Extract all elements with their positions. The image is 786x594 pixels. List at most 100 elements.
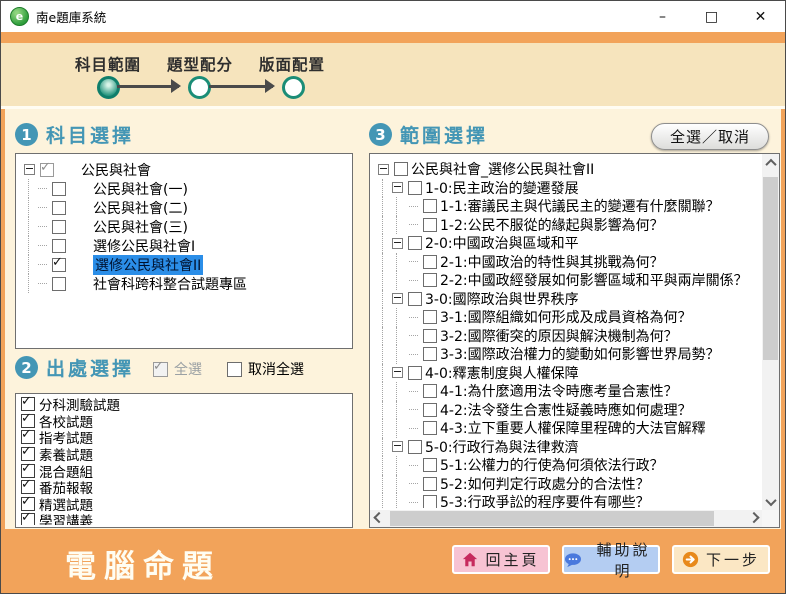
item-checkbox[interactable] [408, 181, 422, 195]
subject-tree-item[interactable]: 選修公民與社會II [18, 255, 350, 274]
item-label[interactable]: 4-3:立下重要人權保障里程碑的大法官解釋 [440, 418, 706, 438]
item-label[interactable]: 3-1:國際組織如何形成及成員資格為何？ [440, 307, 692, 327]
range-tree-item[interactable]: 4-1:為什麼適用法令時應考量合憲性？ [372, 382, 760, 401]
item-checkbox[interactable] [21, 480, 35, 494]
scroll-down-icon[interactable] [762, 493, 779, 510]
item-label[interactable]: 4-0:釋憲制度與人權保障 [425, 363, 579, 383]
range-tree-item[interactable]: 2-1:中國政治的特性與其挑戰為何？ [372, 253, 760, 272]
item-label[interactable]: 選修公民與社會II [93, 255, 203, 275]
item-checkbox[interactable] [21, 513, 35, 525]
item-checkbox[interactable] [21, 414, 35, 428]
item-checkbox[interactable] [423, 255, 437, 269]
item-checkbox[interactable] [408, 292, 422, 306]
maximize-button[interactable]: □ [687, 1, 736, 32]
item-checkbox[interactable] [52, 201, 66, 215]
item-checkbox[interactable] [423, 273, 437, 287]
next-step-button[interactable]: 下一步 [672, 545, 770, 574]
deselect-all-checkbox[interactable]: 取消全選 [227, 359, 304, 379]
range-tree-item[interactable]: 3-3:國際政治權力的變動如何影響世界局勢？ [372, 345, 760, 364]
item-checkbox[interactable] [423, 403, 437, 417]
item-checkbox[interactable] [52, 277, 66, 291]
range-tree-item[interactable]: 5-0:行政行為與法律救濟 [372, 438, 760, 457]
item-label[interactable]: 1-2:公民不服從的緣起與影響為何？ [440, 215, 664, 235]
item-checkbox[interactable] [423, 477, 437, 491]
item-checkbox[interactable] [408, 366, 422, 380]
collapse-toggle-icon[interactable] [378, 164, 389, 175]
item-label[interactable]: 2-0:中國政治與區域和平 [425, 233, 579, 253]
subject-tree-item[interactable]: 公民與社會(二) [18, 198, 350, 217]
range-tree-item[interactable]: 2-2:中國政經發展如何影響區域和平與兩岸關係？ [372, 271, 760, 290]
item-checkbox[interactable] [408, 236, 422, 250]
collapse-toggle-icon[interactable] [392, 441, 403, 452]
range-tree-item[interactable]: 5-3:行政爭訟的程序要件有哪些？ [372, 493, 760, 508]
item-label[interactable]: 4-2:法令發生合憲性疑義時應如何處理？ [440, 400, 692, 420]
item-label[interactable]: 3-3:國際政治權力的變動如何影響世界局勢？ [440, 344, 720, 364]
item-checkbox[interactable] [40, 163, 54, 177]
toggle-all-button[interactable]: 全選／取消 [651, 123, 769, 150]
item-checkbox[interactable] [423, 218, 437, 232]
item-checkbox[interactable] [423, 495, 437, 508]
scroll-left-icon[interactable] [370, 510, 387, 527]
item-label[interactable]: 3-0:國際政治與世界秩序 [425, 289, 579, 309]
range-tree-item[interactable]: 1-1:審議民主與代議民主的變遷有什麼關聯？ [372, 197, 760, 216]
scroll-right-icon[interactable] [745, 510, 762, 527]
item-checkbox[interactable] [52, 220, 66, 234]
minimize-button[interactable]: – [638, 1, 687, 32]
close-button[interactable]: ✕ [736, 1, 785, 32]
collapse-toggle-icon[interactable] [392, 367, 403, 378]
item-checkbox[interactable] [423, 384, 437, 398]
help-button[interactable]: 輔助說明 [562, 545, 660, 574]
home-button[interactable]: 回主頁 [452, 545, 550, 574]
item-checkbox[interactable] [52, 182, 66, 196]
item-checkbox[interactable] [52, 239, 66, 253]
subject-tree-item[interactable]: 社會科跨科整合試題專區 [18, 274, 350, 293]
checkbox-icon[interactable] [227, 362, 242, 377]
subject-tree-item[interactable]: 公民與社會 [18, 160, 350, 179]
item-label[interactable]: 2-1:中國政治的特性與其挑戰為何？ [440, 252, 664, 272]
item-label[interactable]: 5-2:如何判定行政處分的合法性？ [440, 474, 650, 494]
item-label[interactable]: 選修公民與社會I [93, 236, 195, 256]
item-checkbox[interactable] [408, 440, 422, 454]
collapse-toggle-icon[interactable] [392, 238, 403, 249]
range-tree-item[interactable]: 4-2:法令發生合憲性疑義時應如何處理？ [372, 401, 760, 420]
item-checkbox[interactable] [21, 447, 35, 461]
source-list-item[interactable]: 學習講義 [18, 512, 350, 525]
collapse-toggle-icon[interactable] [392, 182, 403, 193]
item-checkbox[interactable] [52, 258, 66, 272]
range-tree-item[interactable]: 公民與社會_選修公民與社會II [372, 160, 760, 179]
item-label[interactable]: 公民與社會(二) [93, 198, 188, 218]
item-checkbox[interactable] [423, 347, 437, 361]
item-checkbox[interactable] [21, 497, 35, 511]
item-checkbox[interactable] [21, 464, 35, 478]
item-checkbox[interactable] [21, 430, 35, 444]
item-checkbox[interactable] [423, 199, 437, 213]
vertical-scrollbar[interactable] [762, 154, 779, 510]
item-checkbox[interactable] [394, 162, 408, 176]
scroll-up-icon[interactable] [762, 154, 779, 171]
scrollbar-thumb[interactable] [390, 511, 714, 526]
range-tree-item[interactable]: 3-2:國際衝突的原因與解決機制為何？ [372, 327, 760, 346]
range-tree-item[interactable]: 5-1:公權力的行使為何須依法行政？ [372, 456, 760, 475]
item-checkbox[interactable] [21, 397, 35, 411]
subject-tree-item[interactable]: 公民與社會(三) [18, 217, 350, 236]
item-label[interactable]: 公民與社會 [81, 160, 151, 180]
range-tree-item[interactable]: 4-3:立下重要人權保障里程碑的大法官解釋 [372, 419, 760, 438]
item-checkbox[interactable] [423, 310, 437, 324]
item-label[interactable]: 1-1:審議民主與代議民主的變遷有什麼關聯？ [440, 196, 720, 216]
item-label[interactable]: 5-1:公權力的行使為何須依法行政？ [440, 455, 664, 475]
collapse-toggle-icon[interactable] [392, 293, 403, 304]
item-label[interactable]: 1-0:民主政治的變遷發展 [425, 178, 579, 198]
range-tree-item[interactable]: 3-0:國際政治與世界秩序 [372, 290, 760, 309]
range-tree-item[interactable]: 5-2:如何判定行政處分的合法性？ [372, 475, 760, 494]
item-checkbox[interactable] [423, 329, 437, 343]
item-checkbox[interactable] [423, 458, 437, 472]
item-checkbox[interactable] [423, 421, 437, 435]
range-tree-item[interactable]: 3-1:國際組織如何形成及成員資格為何？ [372, 308, 760, 327]
range-tree-item[interactable]: 1-2:公民不服從的緣起與影響為何？ [372, 216, 760, 235]
range-tree-item[interactable]: 1-0:民主政治的變遷發展 [372, 179, 760, 198]
collapse-toggle-icon[interactable] [24, 164, 35, 175]
subject-tree-item[interactable]: 選修公民與社會I [18, 236, 350, 255]
item-label[interactable]: 公民與社會(三) [93, 217, 188, 237]
item-label[interactable]: 公民與社會(一) [93, 179, 188, 199]
horizontal-scrollbar[interactable] [370, 510, 762, 527]
